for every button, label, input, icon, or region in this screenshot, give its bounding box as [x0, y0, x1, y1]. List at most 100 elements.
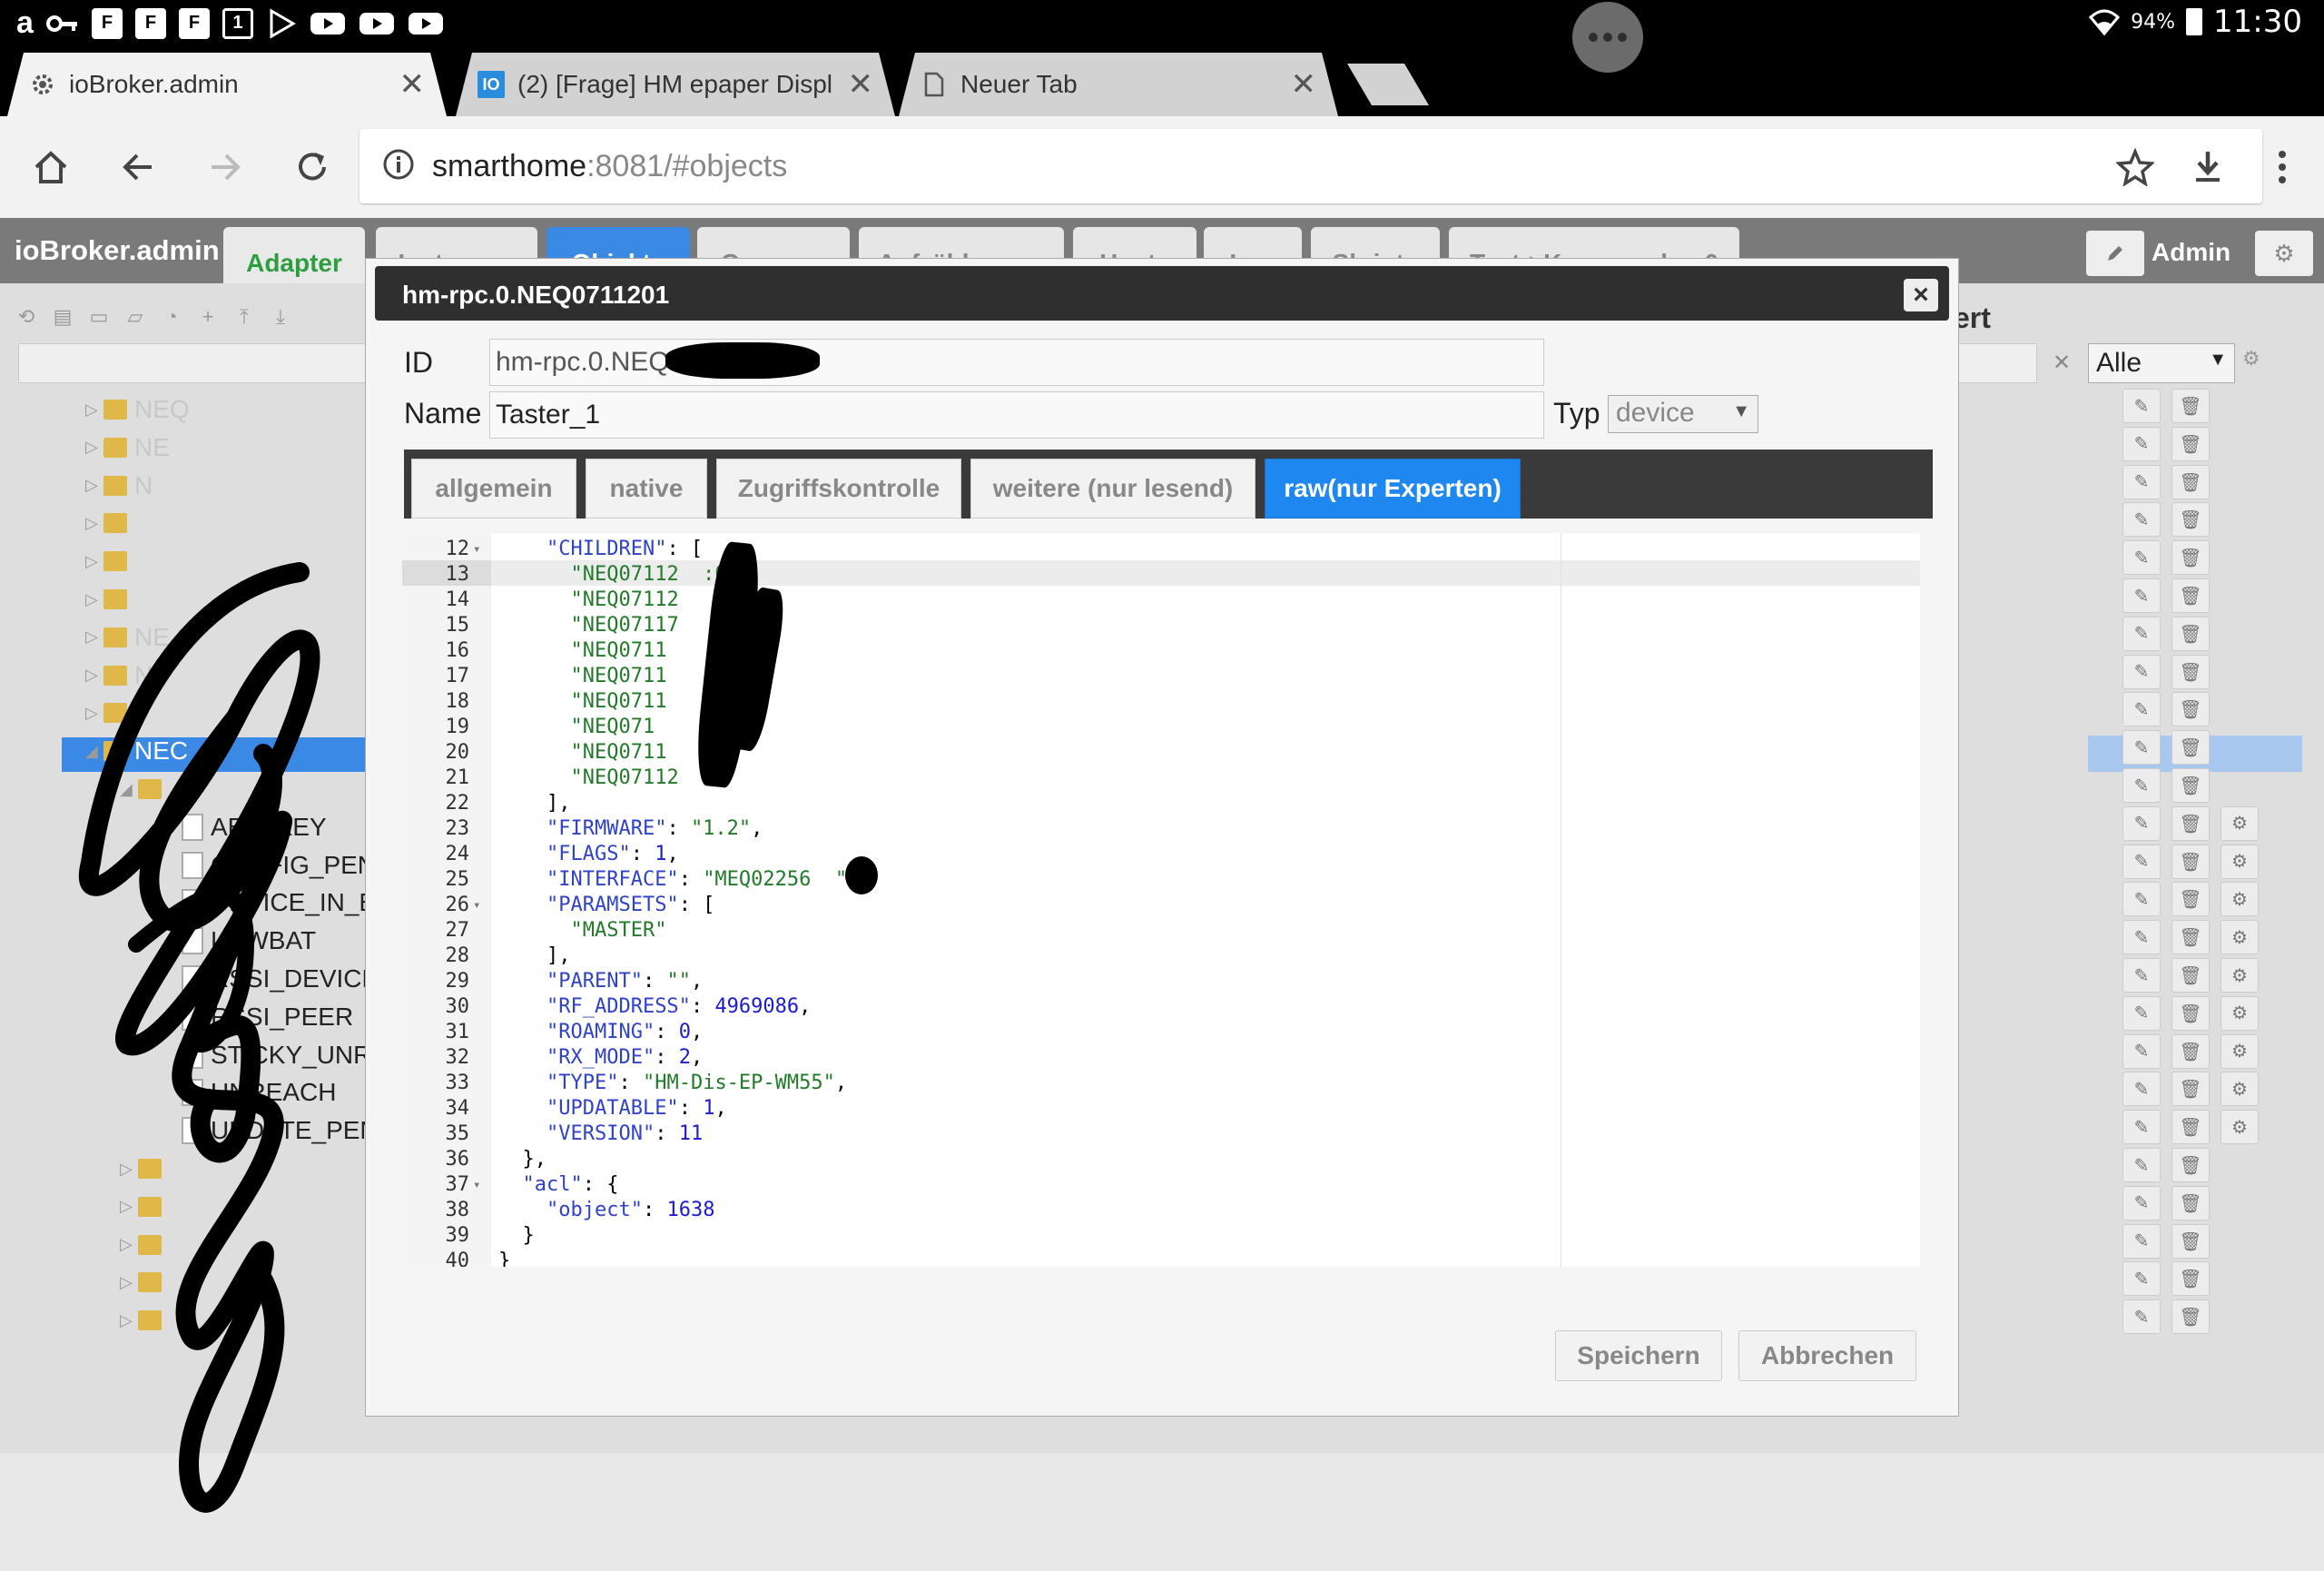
- history-gear-icon[interactable]: ⚙: [2221, 920, 2259, 955]
- edit-pencil-icon[interactable]: ✎: [2122, 844, 2161, 879]
- delete-trash-icon[interactable]: 🗑: [2171, 1299, 2210, 1335]
- expand-toggle-icon[interactable]: ▷: [85, 476, 103, 495]
- history-gear-icon[interactable]: ⚙: [2221, 805, 2259, 841]
- reload-icon[interactable]: [287, 142, 338, 193]
- edit-pencil-icon[interactable]: ✎: [2122, 1110, 2161, 1145]
- url-text[interactable]: smarthome:8081/#objects: [432, 149, 787, 184]
- edit-pencil-icon[interactable]: ✎: [2122, 958, 2161, 993]
- id-filter-input[interactable]: [18, 343, 372, 383]
- tab-native[interactable]: native: [586, 459, 707, 519]
- delete-trash-icon[interactable]: 🗑: [2171, 654, 2210, 689]
- new-tab-button[interactable]: [1347, 64, 1429, 105]
- room-filter-select[interactable]: Alle ▼: [2088, 343, 2235, 383]
- name-field[interactable]: Taster_1: [489, 391, 1544, 439]
- type-select[interactable]: device ▼: [1608, 395, 1758, 433]
- back-icon[interactable]: [113, 142, 163, 193]
- history-gear-icon[interactable]: ⚙: [2221, 844, 2259, 879]
- edit-pencil-icon[interactable]: ✎: [2122, 1185, 2161, 1220]
- close-tab-icon[interactable]: ✕: [399, 66, 426, 103]
- history-gear-icon[interactable]: ⚙: [2221, 1110, 2259, 1145]
- download-file-icon[interactable]: ⤓: [267, 303, 294, 331]
- download-icon[interactable]: [2182, 142, 2233, 193]
- value-filter-input[interactable]: [1957, 343, 2037, 383]
- delete-trash-icon[interactable]: 🗑: [2171, 1072, 2210, 1107]
- tree-folder-row[interactable]: ▷ NEQ: [85, 390, 190, 429]
- edit-pencil-icon[interactable]: ✎: [2122, 1072, 2161, 1107]
- list-view-icon[interactable]: ▤: [49, 303, 76, 331]
- edit-pencil-icon[interactable]: ✎: [2122, 692, 2161, 727]
- cancel-button[interactable]: Abbrechen: [1738, 1330, 1916, 1381]
- edit-pencil-icon[interactable]: ✎: [2122, 616, 2161, 651]
- refresh-icon[interactable]: ⟲: [13, 303, 40, 331]
- delete-trash-icon[interactable]: 🗑: [2171, 1261, 2210, 1297]
- id-field[interactable]: hm-rpc.0.NEQ: [489, 339, 1544, 386]
- edit-pencil-icon[interactable]: ✎: [2122, 1033, 2161, 1069]
- fold-toggle-icon[interactable]: ▾: [473, 537, 480, 562]
- edit-pencil-icon[interactable]: ✎: [2122, 1299, 2161, 1335]
- edit-pencil-icon[interactable]: ✎: [2122, 768, 2161, 803]
- clear-filter-icon[interactable]: ✕: [2046, 345, 2077, 380]
- filter-settings-icon[interactable]: ⚙: [2242, 347, 2260, 371]
- tab-allgemein[interactable]: allgemein: [411, 459, 576, 519]
- bookmark-star-icon[interactable]: [2110, 142, 2161, 193]
- address-bar[interactable]: smarthome:8081/#objects: [359, 129, 2262, 203]
- edit-pencil-icon[interactable]: ✎: [2122, 920, 2161, 955]
- tab-raw[interactable]: raw(nur Experten): [1265, 459, 1521, 519]
- edit-pencil-icon[interactable]: ✎: [2122, 464, 2161, 499]
- more-menu-icon[interactable]: [2257, 142, 2308, 193]
- expand-toggle-icon[interactable]: ▷: [85, 438, 103, 457]
- tree-folder-row[interactable]: ▷: [85, 504, 134, 542]
- history-gear-icon[interactable]: ⚙: [2221, 995, 2259, 1031]
- expand-toggle-icon[interactable]: ▷: [85, 514, 103, 533]
- user-icon[interactable]: ◔: [158, 303, 185, 331]
- edit-pencil-icon[interactable]: ✎: [2122, 540, 2161, 576]
- tab-zugriffskontrolle[interactable]: Zugriffskontrolle: [716, 459, 961, 519]
- tab-weitere[interactable]: weitere (nur lesend): [970, 459, 1256, 519]
- upload-icon[interactable]: ⤒: [231, 303, 258, 331]
- tab-adapter[interactable]: Adapter: [223, 227, 365, 283]
- save-button[interactable]: Speichern: [1555, 1330, 1722, 1381]
- info-icon[interactable]: [381, 147, 416, 182]
- delete-trash-icon[interactable]: 🗑: [2171, 692, 2210, 727]
- delete-trash-icon[interactable]: 🗑: [2171, 882, 2210, 917]
- edit-pencil-icon[interactable]: ✎: [2122, 1148, 2161, 1182]
- edit-pencil-icon[interactable]: ✎: [2122, 995, 2161, 1031]
- delete-trash-icon[interactable]: 🗑: [2171, 730, 2210, 766]
- delete-trash-icon[interactable]: 🗑: [2171, 844, 2210, 879]
- delete-trash-icon[interactable]: 🗑: [2171, 995, 2210, 1031]
- edit-pencil-icon[interactable]: ✎: [2122, 502, 2161, 538]
- json-code-editor[interactable]: 12▾ "CHILDREN": [13 "NEQ07112 :0",14 "NE…: [402, 533, 1920, 1267]
- folder-open-icon[interactable]: ▱: [122, 303, 149, 331]
- delete-trash-icon[interactable]: 🗑: [2171, 958, 2210, 993]
- edit-pencil-icon[interactable]: ✎: [2122, 389, 2161, 423]
- delete-trash-icon[interactable]: 🗑: [2171, 464, 2210, 499]
- tree-folder-row[interactable]: ▷ N: [85, 467, 153, 505]
- edit-pencil-icon[interactable]: ✎: [2122, 805, 2161, 841]
- delete-trash-icon[interactable]: 🗑: [2171, 1110, 2210, 1145]
- delete-trash-icon[interactable]: 🗑: [2171, 920, 2210, 955]
- edit-pencil-icon[interactable]: ✎: [2122, 882, 2161, 917]
- delete-trash-icon[interactable]: 🗑: [2171, 1033, 2210, 1069]
- history-gear-icon[interactable]: ⚙: [2221, 1033, 2259, 1069]
- floating-menu-button[interactable]: [1572, 2, 1643, 73]
- edit-pencil-icon[interactable]: ✎: [2122, 1261, 2161, 1297]
- delete-trash-icon[interactable]: 🗑: [2171, 1148, 2210, 1182]
- edit-pencil-icon[interactable]: ✎: [2122, 654, 2161, 689]
- fold-toggle-icon[interactable]: ▾: [473, 893, 480, 918]
- history-gear-icon[interactable]: ⚙: [2221, 958, 2259, 993]
- home-icon[interactable]: [25, 142, 76, 193]
- edit-pencil-icon[interactable]: ✎: [2122, 1223, 2161, 1259]
- tree-folder-row[interactable]: ▷ NE: [85, 429, 170, 467]
- browser-tab-new[interactable]: Neuer Tab ✕: [899, 53, 1338, 116]
- close-tab-icon[interactable]: ✕: [848, 66, 874, 103]
- edit-pencil-icon[interactable]: ✎: [2122, 578, 2161, 613]
- delete-trash-icon[interactable]: 🗑: [2171, 578, 2210, 613]
- history-gear-icon[interactable]: ⚙: [2221, 882, 2259, 917]
- delete-trash-icon[interactable]: 🗑: [2171, 502, 2210, 538]
- edit-pencil-icon[interactable]: ✎: [2122, 426, 2161, 461]
- fold-toggle-icon[interactable]: ▾: [473, 1172, 480, 1198]
- settings-gear-icon[interactable]: ⚙: [2255, 231, 2313, 276]
- delete-trash-icon[interactable]: 🗑: [2171, 616, 2210, 651]
- delete-trash-icon[interactable]: 🗑: [2171, 426, 2210, 461]
- folder-closed-icon[interactable]: ▭: [85, 303, 113, 331]
